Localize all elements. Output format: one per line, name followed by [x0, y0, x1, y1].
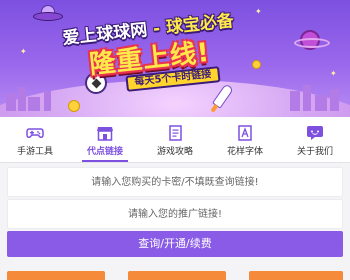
building [44, 91, 51, 111]
coin-icon [68, 100, 80, 112]
category-nav: 手游工具 代点链接 游戏攻略 花样字体 关于我们 [0, 117, 350, 163]
nav-item-label: 游戏攻略 [156, 147, 193, 157]
nav-item-label: 手游工具 [16, 147, 53, 157]
promo-link-input[interactable] [7, 199, 343, 229]
building [6, 93, 16, 111]
building [28, 97, 40, 111]
building [18, 87, 26, 111]
nav-item-mobile-tools[interactable]: 手游工具 [0, 117, 70, 163]
building [290, 91, 300, 111]
star-icon: ✦ [330, 69, 337, 78]
promo-banner: ✦ ✦ ✦ 爱上球球网 - 球宝必备 隆重上线! 每天5个卡时链接 [0, 0, 350, 117]
star-icon: ✦ [20, 47, 27, 56]
nav-item-label: 代点链接 [86, 147, 123, 157]
nav-item-label: 花样字体 [226, 147, 263, 157]
orange-button[interactable] [249, 271, 343, 280]
chat-icon [307, 126, 323, 140]
orange-button[interactable] [128, 271, 226, 280]
building [315, 95, 327, 111]
nav-item-about-us[interactable]: 关于我们 [280, 117, 350, 163]
card-key-input[interactable] [7, 167, 343, 197]
query-activate-renew-button[interactable]: 查询/开通/续费 [7, 231, 343, 257]
font-icon [238, 125, 252, 141]
star-icon: ✦ [255, 7, 262, 16]
building [303, 85, 311, 111]
ufo-icon [33, 5, 63, 21]
gamepad-icon [26, 128, 44, 138]
building [330, 89, 339, 111]
shop-icon [97, 127, 113, 141]
city-skyline [0, 85, 350, 111]
orange-button[interactable] [7, 271, 105, 280]
nav-item-game-guides[interactable]: 游戏攻略 [140, 117, 210, 163]
ringed-planet-icon [294, 30, 330, 50]
coin-icon [252, 60, 261, 69]
nav-item-fancy-fonts[interactable]: 花样字体 [210, 117, 280, 163]
nav-item-proxy-links[interactable]: 代点链接 [70, 117, 140, 163]
document-icon [169, 125, 182, 141]
nav-item-label: 关于我们 [296, 147, 333, 157]
